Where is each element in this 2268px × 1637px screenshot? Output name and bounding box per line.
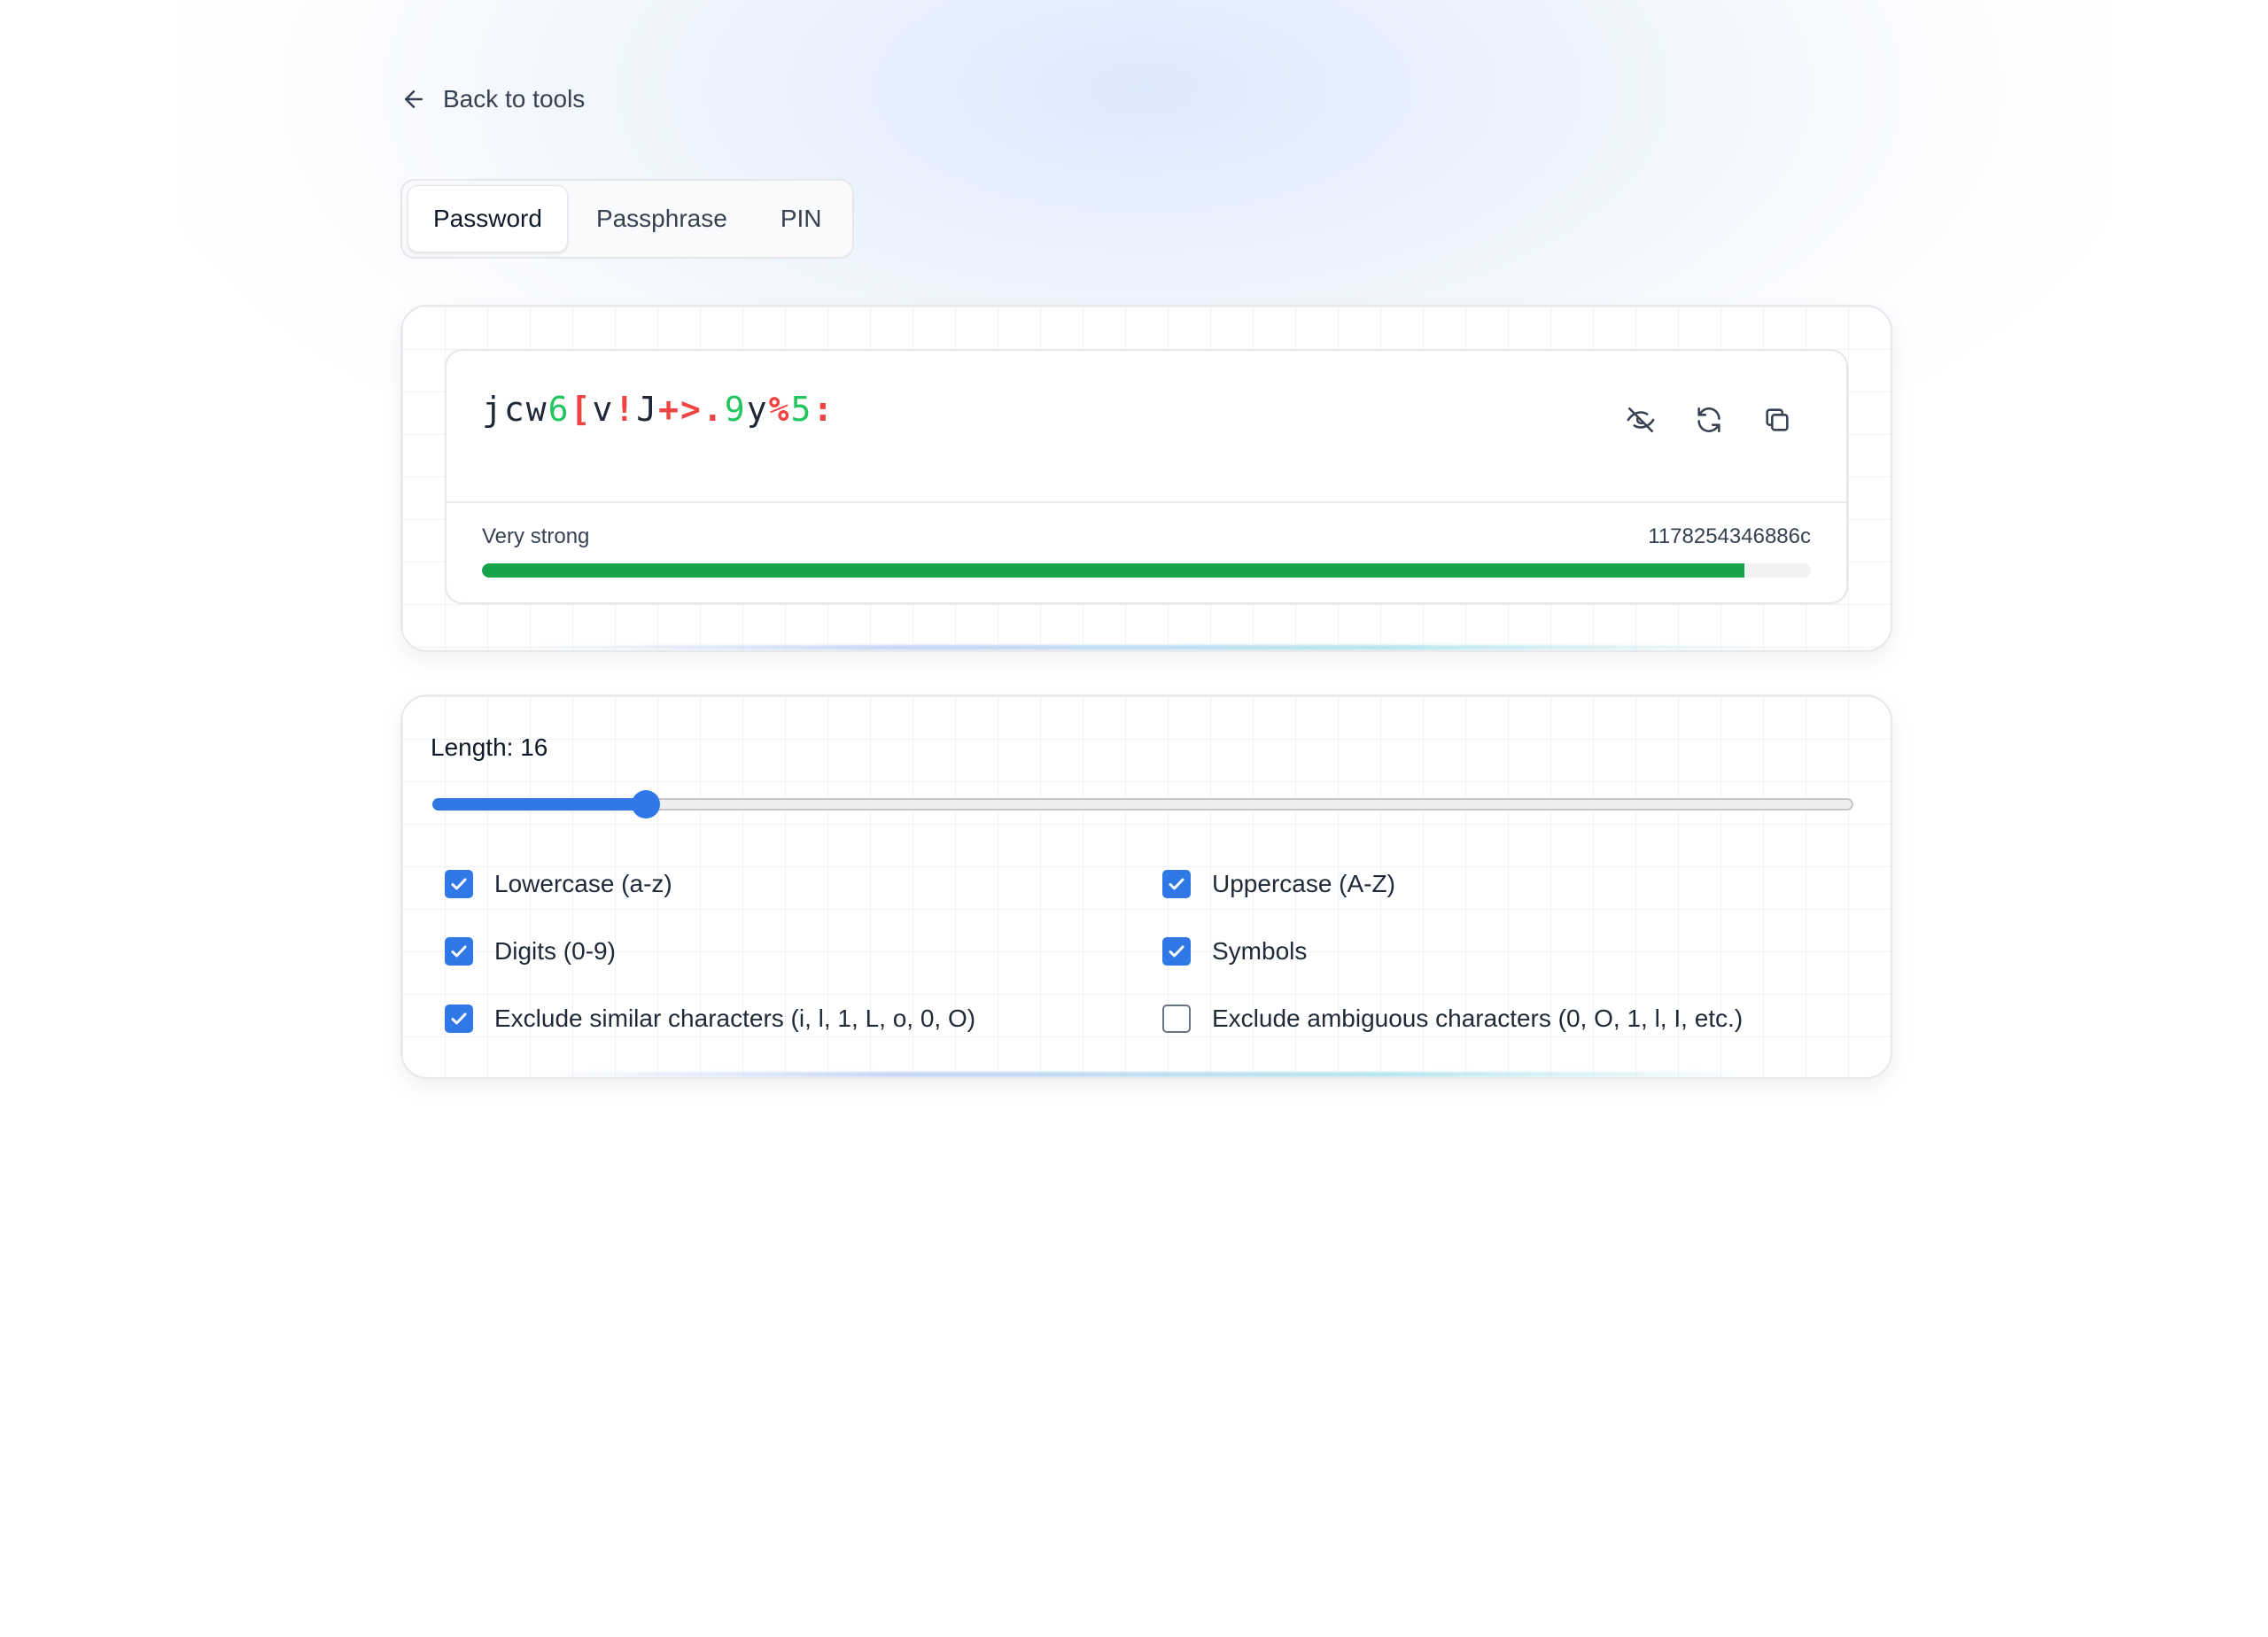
settings-card: Length: 16 Lowercase (a-z) Uppercase (A-… xyxy=(400,694,1892,1079)
password-output-card: jcw6[v!J+>.9y%5: Very strong 11782543468… xyxy=(400,305,1892,652)
copy-button[interactable] xyxy=(1758,400,1797,439)
slider-fill xyxy=(432,798,646,811)
digits-checkbox[interactable] xyxy=(445,937,473,966)
card-accent-glow xyxy=(535,645,1758,650)
password-char: y xyxy=(746,390,769,429)
option-exclude-similar[interactable]: Exclude similar characters (i, l, 1, L, … xyxy=(445,1005,975,1033)
card-accent-glow xyxy=(535,1072,1758,1077)
divider xyxy=(447,501,1846,503)
password-char: 9 xyxy=(724,390,747,429)
option-symbols[interactable]: Symbols xyxy=(1162,937,1307,966)
eye-off-icon xyxy=(1627,407,1655,433)
option-exclude-ambiguous[interactable]: Exclude ambiguous characters (0, O, 1, l… xyxy=(1162,1005,1743,1033)
tab-password[interactable]: Password xyxy=(408,185,568,252)
generator-mode-tabs: Password Passphrase PIN xyxy=(400,179,854,259)
slider-thumb[interactable] xyxy=(631,790,660,818)
generated-password[interactable]: jcw6[v!J+>.9y%5: xyxy=(482,390,835,429)
option-lowercase[interactable]: Lowercase (a-z) xyxy=(445,870,672,898)
option-label: Exclude ambiguous characters (0, O, 1, l… xyxy=(1212,1005,1744,1032)
check-icon xyxy=(1169,945,1184,958)
tab-pin[interactable]: PIN xyxy=(756,186,847,252)
strength-label: Very strong xyxy=(482,524,590,548)
lowercase-checkbox[interactable] xyxy=(445,870,473,898)
symbols-checkbox[interactable] xyxy=(1162,937,1191,966)
exclude-ambiguous-checkbox[interactable] xyxy=(1162,1005,1191,1033)
tab-passphrase[interactable]: Passphrase xyxy=(571,186,752,252)
password-char: 5 xyxy=(790,390,813,429)
password-char: > xyxy=(680,390,703,429)
password-char: 6 xyxy=(548,390,571,429)
strength-value: 1178254346886c xyxy=(1648,524,1811,548)
check-icon xyxy=(451,878,467,890)
option-digits[interactable]: Digits (0-9) xyxy=(445,937,616,966)
arrow-left-icon xyxy=(405,90,423,108)
refresh-icon xyxy=(1697,407,1720,433)
toggle-visibility-button[interactable] xyxy=(1621,400,1660,439)
strength-meter xyxy=(482,563,1811,578)
check-icon xyxy=(451,1012,467,1025)
password-char: : xyxy=(812,390,835,429)
option-label: Symbols xyxy=(1212,937,1308,965)
password-char: w xyxy=(525,390,548,429)
password-char: J xyxy=(636,390,659,429)
password-char: ! xyxy=(614,390,637,429)
page: Back to tools Password Passphrase PIN jc… xyxy=(0,0,2268,1637)
option-uppercase[interactable]: Uppercase (A-Z) xyxy=(1162,870,1395,898)
password-char: . xyxy=(702,390,725,429)
back-to-tools-label: Back to tools xyxy=(443,85,586,112)
password-display-box: jcw6[v!J+>.9y%5: Very strong 11782543468… xyxy=(445,349,1848,604)
uppercase-checkbox[interactable] xyxy=(1162,870,1191,898)
password-char: v xyxy=(592,390,615,429)
check-icon xyxy=(1169,878,1184,890)
exclude-similar-checkbox[interactable] xyxy=(445,1005,473,1033)
password-char: c xyxy=(503,390,526,429)
password-char: + xyxy=(658,390,681,429)
option-label: Digits (0-9) xyxy=(494,937,616,965)
length-slider[interactable] xyxy=(432,787,1853,822)
option-label: Lowercase (a-z) xyxy=(494,870,672,897)
password-char: [ xyxy=(570,390,593,429)
regenerate-button[interactable] xyxy=(1689,400,1728,439)
strength-meter-fill xyxy=(482,563,1744,578)
length-label: Length: 16 xyxy=(431,733,548,761)
option-label: Uppercase (A-Z) xyxy=(1212,870,1395,897)
option-label: Exclude similar characters (i, l, 1, L, … xyxy=(494,1005,976,1032)
password-char: % xyxy=(768,390,791,429)
password-char: j xyxy=(482,390,504,429)
copy-icon xyxy=(1766,408,1789,431)
check-icon xyxy=(451,945,467,958)
back-to-tools-link[interactable]: Back to tools xyxy=(400,85,585,113)
